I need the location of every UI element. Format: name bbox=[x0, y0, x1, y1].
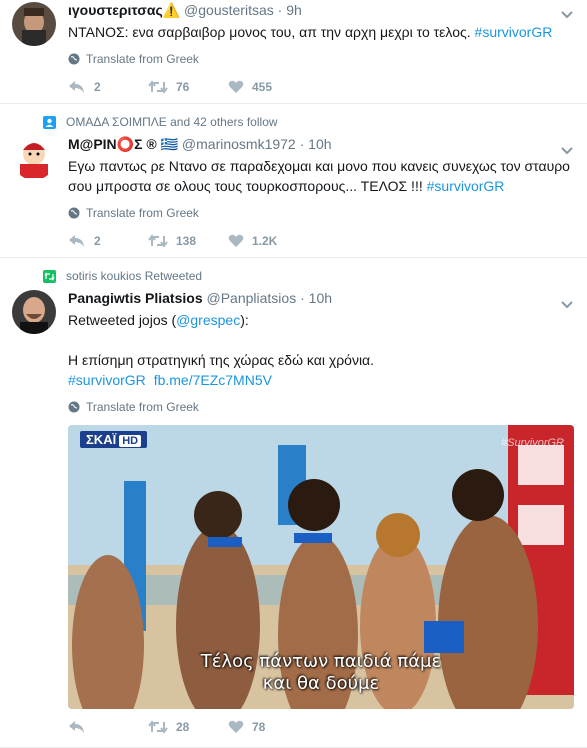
retweet-count: 28 bbox=[176, 720, 190, 734]
tweet-actions: 2 138 1.2K bbox=[68, 234, 575, 248]
retweet-button[interactable]: 138 bbox=[148, 234, 228, 248]
tweet-text: Retweeted jojos (@grespec): Η επίσημη στ… bbox=[68, 310, 575, 390]
like-count: 455 bbox=[252, 80, 273, 94]
tweet-actions: 28 78 bbox=[68, 720, 308, 734]
channel-logo: ΣΚΑΪ HD bbox=[80, 431, 148, 448]
translate-label: Translate from Greek bbox=[86, 52, 199, 66]
retweet-icon bbox=[148, 234, 168, 248]
tweet-text: Εγω παντως ρε Ντανο σε παραδεχομαι και μ… bbox=[68, 156, 575, 196]
fullname[interactable]: Μ@ΡΙΝ⭕️Σ ® 🇬🇷 bbox=[68, 136, 178, 152]
hashtag-link[interactable]: #survivorGR bbox=[68, 372, 146, 388]
timestamp[interactable]: 10h bbox=[309, 290, 332, 306]
hashtag-link[interactable]: #survivorGR bbox=[475, 24, 553, 40]
like-button[interactable]: 455 bbox=[228, 80, 308, 94]
media-image[interactable]: ΣΚΑΪ HD #SurvivorGR Τέλος πάντων παιδιά π… bbox=[68, 425, 574, 709]
translate-button[interactable]: Translate from Greek bbox=[68, 52, 575, 66]
retweet-button[interactable]: 28 bbox=[148, 720, 228, 734]
person-icon bbox=[43, 116, 56, 132]
retweet-icon bbox=[148, 80, 168, 94]
handle[interactable]: @marinosmk1972 bbox=[182, 136, 296, 152]
timestamp[interactable]: 10h bbox=[308, 136, 331, 152]
like-count: 78 bbox=[252, 720, 266, 734]
retweet-suffix: ): bbox=[240, 312, 249, 328]
timestamp[interactable]: 9h bbox=[286, 2, 302, 18]
retweet-prefix: Retweeted jojos ( bbox=[68, 312, 177, 328]
handle[interactable]: @Panpliatsios bbox=[207, 290, 297, 306]
fullname[interactable]: Panagiwtis Pliatsios bbox=[68, 290, 203, 306]
like-count: 1.2K bbox=[252, 234, 278, 248]
channel-logo-text: ΣΚΑΪ bbox=[86, 432, 117, 447]
like-button[interactable]: 78 bbox=[228, 720, 308, 734]
fullname[interactable]: ιγουστεριτσας⚠️ bbox=[68, 2, 180, 18]
retweet-button[interactable]: 76 bbox=[148, 80, 228, 94]
translate-button[interactable]: Translate from Greek bbox=[68, 400, 575, 414]
social-context[interactable]: sotiris koukios Retweeted bbox=[66, 269, 202, 283]
subtitle-line-2: και θα δούμε bbox=[262, 673, 380, 694]
tweet-text-line-2: σου μπροστα σε ολους τους τουρκοσπορους.… bbox=[68, 178, 423, 194]
avatar[interactable] bbox=[12, 290, 56, 334]
globe-icon bbox=[68, 207, 80, 219]
tweet-header: Panagiwtis Pliatsios @Panpliatsios · 10h bbox=[68, 288, 575, 308]
tweet-text-body: ΝΤΑΝΟΣ: ενα σαρβαιβορ μονος του, απ την … bbox=[68, 24, 471, 40]
tweet-2[interactable]: ΟΜΑΔΑ ΣΟΙΜΠΛΕ and 42 others follow Μ@ΡΙΝ… bbox=[0, 104, 587, 258]
social-context[interactable]: ΟΜΑΔΑ ΣΟΙΜΠΛΕ and 42 others follow bbox=[66, 115, 278, 129]
subtitle: Τέλος πάντων παιδιά πάμε και θα δούμε bbox=[68, 651, 574, 695]
tweet-text-body: Η επίσημη στρατηγική της χώρας εδώ και χ… bbox=[68, 352, 375, 368]
separator: · bbox=[277, 2, 283, 18]
tweet-3[interactable]: sotiris koukios Retweeted Panagiwtis Pli… bbox=[0, 258, 587, 748]
reply-icon bbox=[68, 234, 86, 248]
reply-icon bbox=[68, 80, 86, 94]
retweet-icon bbox=[148, 720, 168, 734]
url-link[interactable]: fb.me/7EZc7MN5V bbox=[154, 372, 272, 388]
tweet-actions: 2 76 455 bbox=[68, 80, 575, 94]
retweet-context-icon bbox=[43, 270, 56, 286]
translate-label: Translate from Greek bbox=[86, 206, 199, 220]
heart-icon bbox=[228, 234, 244, 248]
reply-count: 2 bbox=[94, 234, 101, 248]
avatar[interactable] bbox=[12, 136, 56, 180]
subtitle-line-1: Τέλος πάντων παιδιά πάμε bbox=[200, 651, 442, 672]
hashtag-link[interactable]: #survivorGR bbox=[427, 178, 505, 194]
heart-icon bbox=[228, 80, 244, 94]
like-button[interactable]: 1.2K bbox=[228, 234, 308, 248]
tweet-header: ιγουστεριτσας⚠️ @gousteritsas · 9h bbox=[68, 0, 575, 20]
reply-button[interactable] bbox=[68, 720, 148, 734]
tweet-text: ΝΤΑΝΟΣ: ενα σαρβαιβορ μονος του, απ την … bbox=[68, 22, 575, 42]
reply-button[interactable]: 2 bbox=[68, 80, 148, 94]
avatar[interactable] bbox=[12, 2, 56, 46]
translate-button[interactable]: Translate from Greek bbox=[68, 206, 575, 220]
globe-icon bbox=[68, 401, 80, 413]
tweet-text-line-1: Εγω παντως ρε Ντανο σε παραδεχομαι και μ… bbox=[68, 158, 570, 174]
hd-badge: HD bbox=[119, 435, 142, 447]
retweet-count: 138 bbox=[176, 234, 197, 248]
tweet-1[interactable]: ιγουστεριτσας⚠️ @gousteritsas · 9h ΝΤΑΝΟ… bbox=[0, 0, 587, 104]
reply-count: 2 bbox=[94, 80, 101, 94]
heart-icon bbox=[228, 720, 244, 734]
translate-label: Translate from Greek bbox=[86, 400, 199, 414]
handle[interactable]: @gousteritsas bbox=[184, 2, 274, 18]
retweet-count: 76 bbox=[176, 80, 190, 94]
reply-icon bbox=[68, 720, 86, 734]
globe-icon bbox=[68, 53, 80, 65]
separator: · bbox=[300, 290, 305, 306]
mention-link[interactable]: @grespec bbox=[176, 312, 240, 328]
reply-button[interactable]: 2 bbox=[68, 234, 148, 248]
tweet-header: Μ@ΡΙΝ⭕️Σ ® 🇬🇷 @marinosmk1972 · 10h bbox=[68, 134, 575, 154]
separator: · bbox=[299, 136, 305, 152]
watermark: #SurvivorGR bbox=[501, 437, 564, 449]
